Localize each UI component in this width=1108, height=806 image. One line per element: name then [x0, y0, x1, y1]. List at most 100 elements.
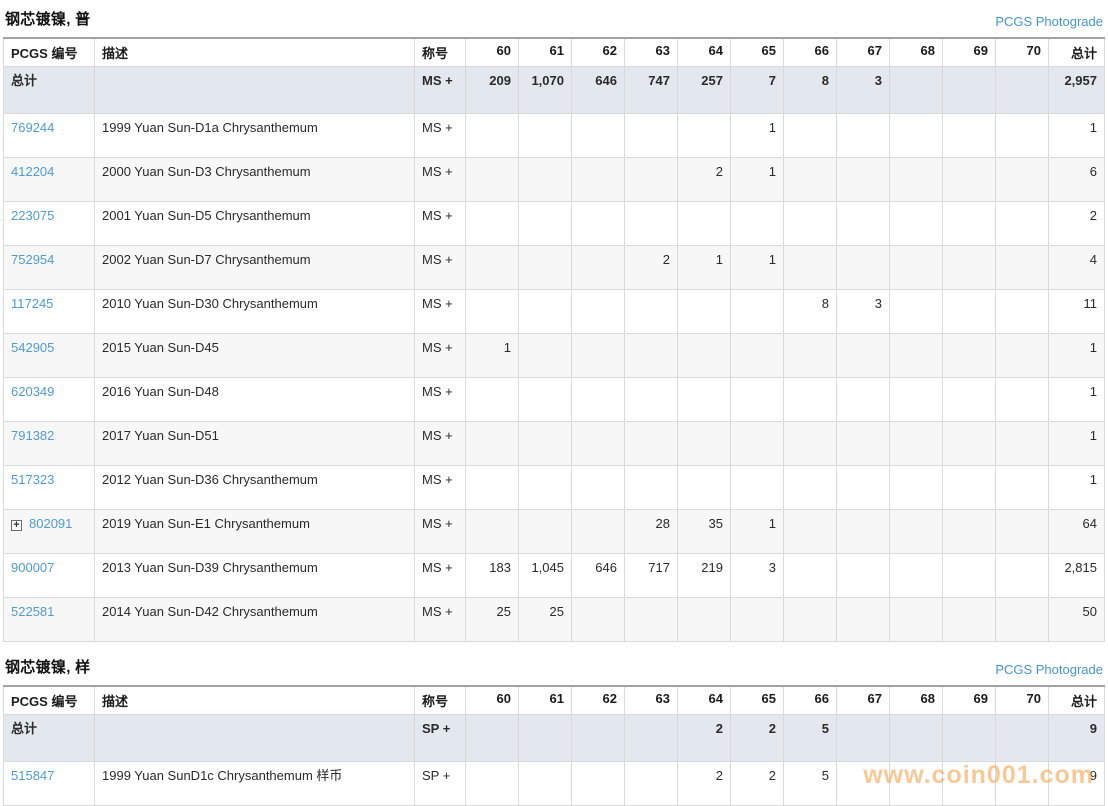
total-row: 总计SP +2259: [4, 715, 1105, 762]
grade-cell: [996, 466, 1049, 510]
pcgs-id-link[interactable]: 517323: [11, 472, 54, 487]
total-designation-cell: SP +: [415, 715, 466, 762]
row-total-cell: 1: [1049, 466, 1105, 510]
grade-cell: [678, 114, 731, 158]
grade-cell: [519, 422, 572, 466]
grade-cell: [837, 246, 890, 290]
description-cell: 2017 Yuan Sun-D51: [95, 422, 415, 466]
designation-cell: MS +: [415, 378, 466, 422]
grade-cell: [943, 554, 996, 598]
row-total-cell: 50: [1049, 598, 1105, 642]
description-cell: 2019 Yuan Sun-E1 Chrysanthemum: [95, 510, 415, 554]
column-header: 60: [466, 38, 519, 67]
column-header: 68: [890, 686, 943, 715]
photograde-link[interactable]: PCGS Photograde: [995, 662, 1103, 677]
id-cell: 517323: [4, 466, 95, 510]
grade-cell: [572, 378, 625, 422]
grade-cell: [784, 246, 837, 290]
designation-cell: MS +: [415, 422, 466, 466]
row-total-cell: 6: [1049, 158, 1105, 202]
grade-cell: [731, 290, 784, 334]
pcgs-id-link[interactable]: 542905: [11, 340, 54, 355]
grade-cell: [996, 158, 1049, 202]
photograde-link[interactable]: PCGS Photograde: [995, 14, 1103, 29]
grade-cell: [784, 114, 837, 158]
grade-cell: [678, 334, 731, 378]
grade-cell: [784, 598, 837, 642]
column-header: 67: [837, 686, 890, 715]
pcgs-id-link[interactable]: 752954: [11, 252, 54, 267]
table-row: 5225812014 Yuan Sun-D42 ChrysanthemumMS …: [4, 598, 1105, 642]
grade-cell: [678, 202, 731, 246]
grade-cell: [890, 510, 943, 554]
grade-cell: [943, 466, 996, 510]
total-grade-cell: 5: [784, 715, 837, 762]
total-grade-cell: 2: [678, 715, 731, 762]
row-total-cell: 4: [1049, 246, 1105, 290]
grade-cell: [837, 158, 890, 202]
designation-cell: MS +: [415, 334, 466, 378]
description-cell: 2010 Yuan Sun-D30 Chrysanthemum: [95, 290, 415, 334]
grade-cell: [572, 598, 625, 642]
grade-cell: [466, 114, 519, 158]
row-total-cell: 1: [1049, 422, 1105, 466]
grade-cell: [996, 114, 1049, 158]
pcgs-id-link[interactable]: 620349: [11, 384, 54, 399]
grade-cell: [572, 202, 625, 246]
pcgs-id-link[interactable]: 117245: [11, 296, 53, 311]
grade-cell: [572, 466, 625, 510]
grade-cell: [678, 598, 731, 642]
column-header: 60: [466, 686, 519, 715]
pcgs-id-link[interactable]: 791382: [11, 428, 54, 443]
row-total-cell: 2: [1049, 202, 1105, 246]
column-header: 61: [519, 38, 572, 67]
total-label: 总计: [4, 715, 95, 762]
pcgs-id-link[interactable]: 900007: [11, 560, 54, 575]
grade-cell: 1: [731, 158, 784, 202]
grade-cell: [466, 202, 519, 246]
total-grade-cell: [943, 715, 996, 762]
description-cell: 2000 Yuan Sun-D3 Chrysanthemum: [95, 158, 415, 202]
id-cell: 620349: [4, 378, 95, 422]
grade-cell: 717: [625, 554, 678, 598]
column-header: 69: [943, 686, 996, 715]
grade-cell: [943, 334, 996, 378]
grade-cell: 1: [731, 114, 784, 158]
grade-cell: [996, 378, 1049, 422]
row-total-cell: 2,815: [1049, 554, 1105, 598]
population-table-regular: PCGS 编号描述称号6061626364656667686970总计总计MS …: [3, 37, 1105, 642]
grade-cell: [996, 422, 1049, 466]
column-header: 70: [996, 38, 1049, 67]
grade-cell: 25: [466, 598, 519, 642]
total-grade-cell: 3: [837, 67, 890, 114]
designation-cell: MS +: [415, 246, 466, 290]
grade-cell: [837, 202, 890, 246]
pcgs-id-link[interactable]: 515847: [11, 768, 54, 783]
total-grade-cell: [996, 715, 1049, 762]
total-sum-cell: 2,957: [1049, 67, 1105, 114]
table-row: 4122042000 Yuan Sun-D3 ChrysanthemumMS +…: [4, 158, 1105, 202]
section-title: 钢芯镀镍, 普: [5, 8, 90, 29]
grade-cell: [466, 246, 519, 290]
description-cell: 2001 Yuan Sun-D5 Chrysanthemum: [95, 202, 415, 246]
pcgs-id-link[interactable]: 769244: [11, 120, 54, 135]
grade-cell: [996, 202, 1049, 246]
grade-cell: 1: [731, 510, 784, 554]
pcgs-id-link[interactable]: 412204: [11, 164, 54, 179]
column-header: 65: [731, 686, 784, 715]
column-header: PCGS 编号: [4, 38, 95, 67]
grade-cell: [572, 334, 625, 378]
pcgs-id-link[interactable]: 802091: [29, 516, 72, 531]
pcgs-id-link[interactable]: 522581: [11, 604, 54, 619]
table-row: 1172452010 Yuan Sun-D30 ChrysanthemumMS …: [4, 290, 1105, 334]
pcgs-id-link[interactable]: 223075: [11, 208, 54, 223]
grade-cell: [784, 466, 837, 510]
population-table-specimen: PCGS 编号描述称号6061626364656667686970总计总计SP …: [3, 685, 1105, 806]
grade-cell: [678, 290, 731, 334]
column-header: 66: [784, 686, 837, 715]
grade-cell: [466, 422, 519, 466]
expand-icon[interactable]: +: [11, 520, 22, 531]
column-header: 总计: [1049, 38, 1105, 67]
row-total-cell: 1: [1049, 378, 1105, 422]
description-cell: 2015 Yuan Sun-D45: [95, 334, 415, 378]
